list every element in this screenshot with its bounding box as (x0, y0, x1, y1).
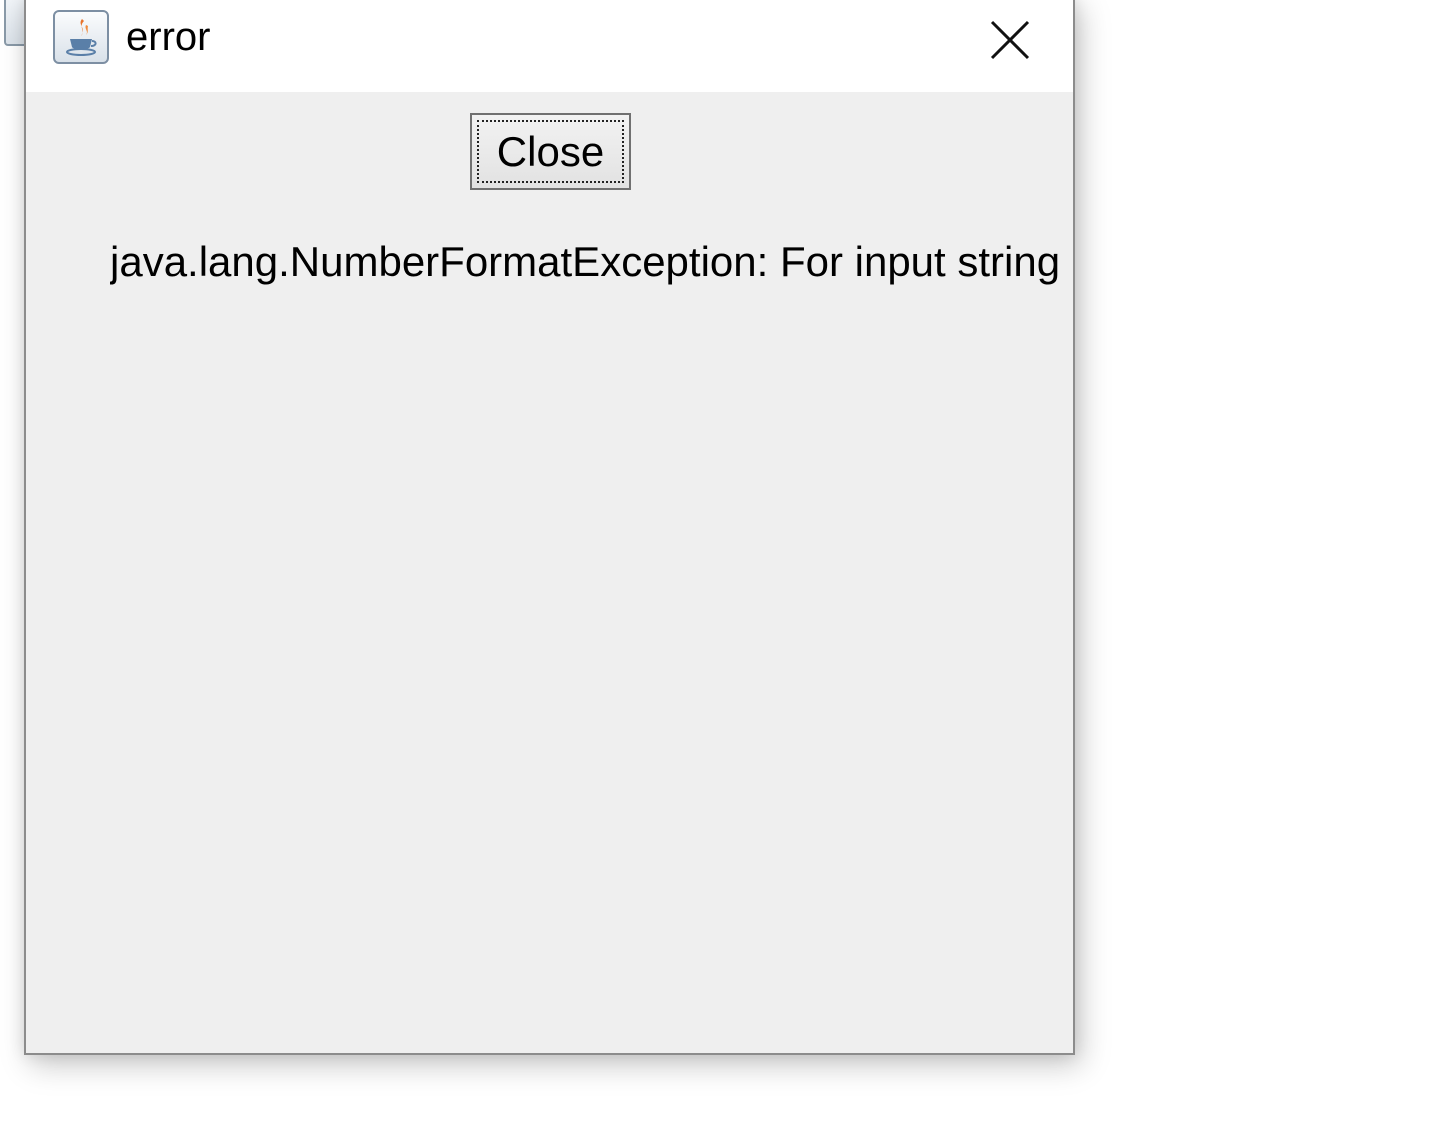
screen: error Close java.lang.NumberFormatExcept… (0, 0, 1440, 1142)
java-icon (53, 10, 109, 64)
close-icon (990, 20, 1030, 60)
error-dialog-window: error Close java.lang.NumberFormatExcept… (24, 0, 1075, 1055)
title-bar[interactable]: error (26, 0, 1073, 92)
error-message: java.lang.NumberFormatException: For inp… (110, 238, 1061, 285)
window-title: error (126, 15, 211, 59)
window-close-button[interactable] (966, 2, 1054, 78)
close-button-label: Close (477, 120, 624, 183)
close-button[interactable]: Close (470, 113, 631, 190)
